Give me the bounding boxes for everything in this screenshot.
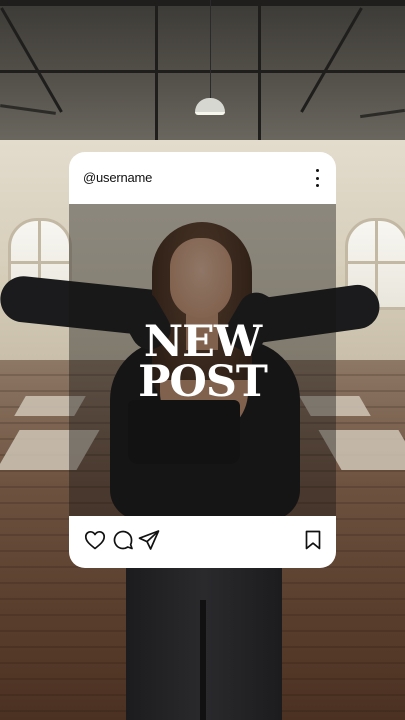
bookmark-icon[interactable] <box>301 528 325 552</box>
post-media[interactable]: NEW POST <box>69 204 336 516</box>
comment-icon[interactable] <box>111 528 135 552</box>
pendant-lamp <box>195 0 225 120</box>
headline-line-1: NEW <box>143 317 262 367</box>
more-vertical-icon[interactable] <box>312 169 322 187</box>
post-card: @username NEW POST <box>69 152 336 568</box>
ceiling-post <box>155 0 158 140</box>
post-header: @username <box>69 152 336 204</box>
heart-icon[interactable] <box>83 528 107 552</box>
username-label[interactable]: @username <box>83 170 152 185</box>
post-actions-bar <box>69 516 336 568</box>
ceiling-post <box>258 0 261 140</box>
send-icon[interactable] <box>137 528 161 552</box>
post-headline: NEW POST <box>69 317 336 407</box>
headline-line-2: POST <box>138 357 268 407</box>
